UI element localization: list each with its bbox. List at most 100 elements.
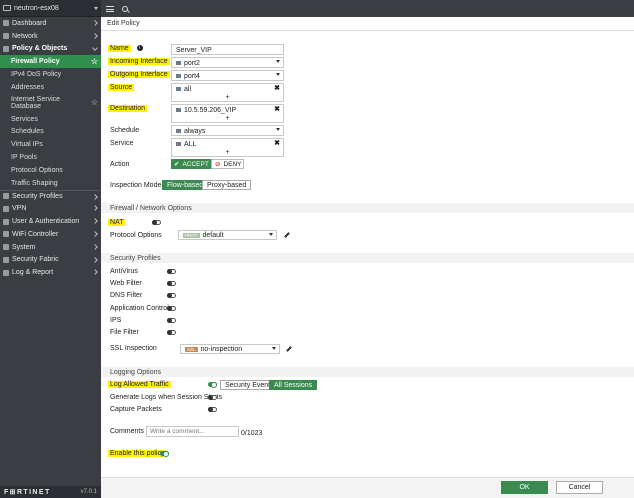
sidebar-item-label: Schedules bbox=[11, 128, 44, 136]
file-filter-label: File Filter bbox=[110, 329, 139, 336]
incoming-interface-select[interactable]: port2 bbox=[171, 57, 284, 68]
destination-field[interactable]: 10.5.59.206_VIP ✖ + bbox=[171, 104, 284, 123]
proxy-based-button[interactable]: Proxy-based bbox=[202, 180, 252, 190]
dns-filter-label: DNS Filter bbox=[110, 292, 143, 299]
sidebar-item-vpn[interactable]: VPN bbox=[0, 202, 101, 215]
sidebar-item-label: Firewall Policy bbox=[11, 58, 60, 66]
protocol-options-value: default bbox=[202, 232, 224, 239]
sidebar-item-label: Policy & Objects bbox=[12, 45, 68, 53]
sidebar-item-label: Traffic Shaping bbox=[11, 179, 58, 187]
sidebar-item-schedules[interactable]: Schedules bbox=[0, 126, 101, 139]
service-label: Service bbox=[110, 140, 134, 147]
schedule-select[interactable]: always bbox=[171, 125, 284, 136]
antivirus-label: AntiVirus bbox=[110, 268, 138, 275]
sidebar-item-firewall-policy[interactable]: Firewall Policy ☆ bbox=[0, 55, 101, 69]
ips-toggle[interactable] bbox=[167, 318, 176, 323]
sidebar-item-dashboard[interactable]: Dashboard bbox=[0, 17, 101, 30]
chevron-down-icon bbox=[276, 128, 280, 131]
name-input[interactable]: Server_VIP bbox=[171, 44, 284, 55]
schedule-value: always bbox=[184, 127, 206, 135]
sidebar-item-internet-service-database[interactable]: Internet Service Database ☆ bbox=[0, 94, 101, 113]
dns-filter-toggle[interactable] bbox=[167, 293, 176, 298]
web-filter-toggle[interactable] bbox=[167, 281, 176, 286]
sidebar-item-label: Virtual IPs bbox=[11, 141, 43, 149]
service-value: ALL bbox=[184, 140, 197, 148]
all-sessions-button[interactable]: All Sessions bbox=[269, 380, 318, 390]
add-source-icon[interactable]: + bbox=[225, 94, 229, 101]
protocol-badge: PROT bbox=[183, 232, 200, 238]
outgoing-interface-select[interactable]: port4 bbox=[171, 70, 284, 81]
sidebar-item-network[interactable]: Network bbox=[0, 30, 101, 43]
application-control-toggle[interactable] bbox=[167, 306, 176, 311]
search-icon[interactable] bbox=[122, 5, 128, 12]
sidebar-item-system[interactable]: System bbox=[0, 241, 101, 254]
service-field[interactable]: ALL ✖ + bbox=[171, 138, 284, 157]
sidebar-item-virtual-ips[interactable]: Virtual IPs bbox=[0, 138, 101, 151]
sidebar-footer: F⊞RTINET v7.0.1 bbox=[0, 486, 101, 498]
firewall-network-options-header: Firewall / Network Options bbox=[101, 203, 634, 213]
remove-destination-icon[interactable]: ✖ bbox=[274, 105, 280, 113]
network-icon bbox=[3, 33, 9, 40]
destination-value: 10.5.59.206_VIP bbox=[184, 106, 237, 114]
sidebar-item-label: Network bbox=[12, 32, 38, 40]
sidebar-item-ip-pools[interactable]: IP Pools bbox=[0, 151, 101, 164]
check-icon: ✔ bbox=[174, 161, 180, 168]
remove-service-icon[interactable]: ✖ bbox=[274, 139, 280, 147]
system-icon bbox=[3, 244, 9, 251]
nat-toggle[interactable] bbox=[152, 220, 161, 225]
protocol-options-label: Protocol Options bbox=[110, 232, 162, 239]
antivirus-toggle[interactable] bbox=[167, 269, 176, 274]
generate-logs-label: Generate Logs when Session Starts bbox=[110, 394, 223, 401]
chevron-right-icon bbox=[92, 193, 98, 200]
sidebar-item-log-report[interactable]: Log & Report bbox=[0, 266, 101, 279]
address-icon bbox=[176, 86, 181, 91]
generate-logs-toggle[interactable] bbox=[208, 395, 217, 400]
info-icon[interactable]: i bbox=[136, 45, 143, 52]
inspection-mode-label: Inspection Mode bbox=[110, 182, 162, 189]
accept-label: ACCEPT bbox=[182, 160, 209, 168]
sidebar-item-ipv4-dos-policy[interactable]: IPv4 DoS Policy bbox=[0, 68, 101, 81]
security-profiles-header: Security Profiles bbox=[101, 253, 634, 263]
remove-source-icon[interactable]: ✖ bbox=[274, 84, 280, 92]
accept-button[interactable]: ✔ ACCEPT bbox=[171, 159, 211, 169]
port-icon bbox=[176, 73, 181, 78]
source-field[interactable]: all ✖ + bbox=[171, 83, 284, 102]
sidebar-item-wifi-controller[interactable]: WiFi Controller bbox=[0, 228, 101, 241]
vpn-icon bbox=[3, 205, 9, 212]
cancel-button[interactable]: Cancel bbox=[556, 481, 603, 494]
ok-button[interactable]: OK bbox=[501, 481, 548, 494]
sidebar-item-addresses[interactable]: Addresses bbox=[0, 81, 101, 94]
capture-packets-toggle[interactable] bbox=[208, 407, 217, 412]
ssl-inspection-select[interactable]: SSL no-inspection bbox=[180, 344, 280, 354]
comments-textarea[interactable] bbox=[146, 426, 239, 437]
deny-button[interactable]: ⊘ DENY bbox=[211, 159, 244, 169]
file-filter-toggle[interactable] bbox=[167, 330, 176, 335]
edit-pencil-icon[interactable] bbox=[286, 346, 292, 352]
sidebar-item-security-fabric[interactable]: Security Fabric bbox=[0, 254, 101, 267]
sidebar-item-user-authentication[interactable]: User & Authentication bbox=[0, 215, 101, 228]
sidebar-item-services[interactable]: Services bbox=[0, 113, 101, 126]
device-selector[interactable]: neutron-esx08 bbox=[0, 0, 101, 17]
sidebar-item-security-profiles[interactable]: Security Profiles bbox=[0, 189, 101, 203]
star-icon[interactable]: ☆ bbox=[91, 99, 98, 107]
ssl-badge: SSL bbox=[185, 346, 198, 352]
sidebar-item-label: VPN bbox=[12, 205, 27, 213]
sidebar-item-policy-objects[interactable]: Policy & Objects bbox=[0, 43, 101, 56]
sidebar-item-protocol-options[interactable]: Protocol Options bbox=[0, 164, 101, 177]
sidebar-item-traffic-shaping[interactable]: Traffic Shaping bbox=[0, 177, 101, 190]
menu-icon[interactable] bbox=[106, 5, 114, 12]
protocol-options-select[interactable]: PROT default bbox=[178, 230, 277, 240]
app-window: neutron-esx08 Dashboard Network Policy &… bbox=[0, 0, 634, 498]
enable-policy-label: Enable this policy bbox=[108, 450, 167, 457]
sidebar-item-label: WiFi Controller bbox=[12, 230, 59, 238]
edit-pencil-icon[interactable] bbox=[284, 232, 290, 238]
incoming-interface-value: port2 bbox=[184, 59, 200, 67]
add-service-icon[interactable]: + bbox=[225, 149, 229, 156]
log-report-icon bbox=[3, 269, 9, 276]
enable-policy-toggle[interactable] bbox=[160, 451, 169, 457]
deny-label: DENY bbox=[223, 160, 242, 168]
star-icon[interactable]: ☆ bbox=[91, 57, 98, 66]
destination-label: Destination bbox=[108, 105, 148, 112]
log-allowed-traffic-toggle[interactable] bbox=[208, 382, 217, 388]
add-destination-icon[interactable]: + bbox=[225, 115, 229, 122]
